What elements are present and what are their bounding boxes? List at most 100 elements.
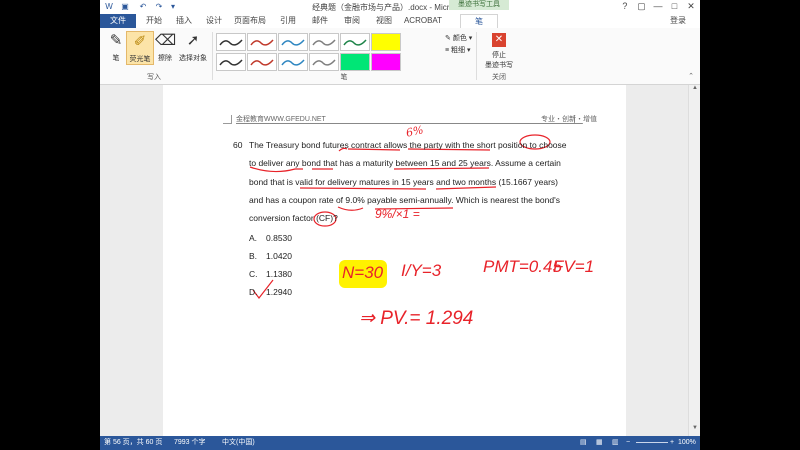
ribbon-tabs: 文件 开始 插入 设计 页面布局 引用 邮件 审阅 视图 ACROBAT 笔 登…	[100, 14, 700, 29]
pen-style-swatch[interactable]	[340, 33, 370, 51]
web-layout-icon[interactable]: ▥	[612, 436, 619, 450]
ribbon-display-button[interactable]: ▢	[634, 1, 648, 12]
option-value: 0.8530	[266, 233, 292, 243]
handwritten-nine-times: 9%/×1 =	[375, 207, 420, 221]
zoom-slider[interactable]	[636, 442, 668, 443]
chevron-down-icon: ▾	[468, 35, 473, 42]
pen-color-dropdown[interactable]: ✎ 颜色 ▾	[445, 33, 472, 43]
question-line: and has a coupon rate of 9.0% payable se…	[249, 195, 560, 205]
window-title: 经典题（金融市场与产品）.docx - Microsoft Word	[312, 3, 488, 12]
pen-color-icon: ✎	[445, 35, 451, 42]
tab-pen[interactable]: 笔	[460, 14, 498, 29]
pen-thickness-label: 粗细	[451, 47, 466, 54]
document-page[interactable]: 金程教育WWW.GFEDU.NET 专业・创新・增值 60 The Treasu…	[163, 85, 626, 436]
collapse-ribbon-icon[interactable]: ⌃	[688, 72, 694, 80]
cursor-arrow-icon: ➚	[186, 32, 200, 49]
close-x-icon: ✕	[492, 33, 506, 47]
line-thickness-icon: ≡	[445, 47, 450, 54]
word-count[interactable]: 7993 个字	[174, 436, 206, 450]
tab-insert[interactable]: 插入	[170, 14, 198, 28]
tab-view[interactable]: 视图	[370, 14, 398, 28]
pen-style-swatch[interactable]	[309, 33, 339, 51]
pen-style-swatch[interactable]	[216, 33, 246, 51]
zoom-in-icon[interactable]: +	[670, 436, 674, 450]
pen-style-swatch[interactable]	[247, 53, 277, 71]
close-group-label: 关闭	[492, 74, 506, 81]
option-letter: B.	[249, 251, 258, 261]
window-controls: ? ▢ — □ ✕	[618, 1, 698, 12]
eraser-tool-button[interactable]: ⌫ 擦除	[152, 31, 178, 63]
write-group-label: 写入	[147, 74, 161, 81]
pen-style-swatch[interactable]	[371, 33, 401, 51]
question-line: to deliver any bond that has a maturity …	[249, 158, 561, 168]
handwritten-fv: FV=1	[553, 257, 595, 276]
status-bar: 第 56 页，共 60 页 7993 个字 中文(中国) ▤ ▦ ▥ − + 1…	[100, 436, 700, 450]
pen-thickness-dropdown[interactable]: ≡ 粗细 ▾	[445, 45, 471, 55]
zoom-out-icon[interactable]: −	[626, 436, 630, 450]
pens-group-label: 笔	[340, 74, 348, 81]
select-objects-button[interactable]: ➚ 选择对象	[176, 31, 210, 63]
language-indicator[interactable]: 中文(中国)	[222, 436, 255, 450]
login-link[interactable]: 登录	[670, 14, 686, 28]
tab-references[interactable]: 引用	[274, 14, 302, 28]
maximize-button[interactable]: □	[667, 1, 681, 11]
minimize-button[interactable]: —	[651, 1, 665, 11]
tab-review[interactable]: 审阅	[338, 14, 366, 28]
pen-style-swatch[interactable]	[340, 53, 370, 71]
scroll-up-icon[interactable]: ▲	[689, 85, 700, 93]
ink-underline-15-1667	[435, 186, 497, 190]
zoom-level[interactable]: 100%	[678, 436, 696, 450]
ink-underline-delivery-matures	[299, 187, 427, 190]
tab-page-layout[interactable]: 页面布局	[230, 14, 270, 28]
document-area: 金程教育WWW.GFEDU.NET 专业・创新・增值 60 The Treasu…	[100, 85, 688, 436]
question-line: conversion factor (CF)?	[249, 213, 338, 223]
ribbon-separator	[476, 32, 477, 80]
select-objects-label: 选择对象	[179, 55, 207, 62]
question-line: The Treasury bond futures contract allow…	[249, 140, 567, 150]
help-button[interactable]: ?	[618, 1, 632, 11]
handwritten-n: N=30	[342, 263, 384, 282]
highlighter-tool-button[interactable]: ✐ 荧光笔	[126, 31, 154, 65]
question-line: bond that is valid for delivery matures …	[249, 177, 558, 187]
ink-tools-contextual-label: 墨迹书写工具	[449, 0, 509, 10]
chevron-down-icon: ▾	[467, 47, 471, 54]
eraser-icon: ⌫	[155, 32, 177, 49]
stop-inking-label-line1: 停止	[492, 52, 506, 59]
tab-acrobat[interactable]: ACROBAT	[402, 14, 444, 28]
option-letter: C.	[249, 269, 258, 279]
vertical-scrollbar[interactable]: ▲ ▼	[688, 85, 700, 436]
handwritten-iy: I/Y=3	[401, 261, 442, 280]
ribbon: ✎ 笔 ✐ 荧光笔 ⌫ 擦除 ➚ 选择对象 写入 ✎ 颜色 ▾ ≡ 粗细 ▾ 笔	[100, 28, 700, 85]
stop-inking-label-line2: 墨迹书写	[485, 62, 513, 69]
highlighter-icon: ✐	[133, 33, 147, 50]
tab-home[interactable]: 开始	[140, 14, 168, 28]
pen-style-swatch[interactable]	[247, 33, 277, 51]
pen-style-swatch[interactable]	[278, 33, 308, 51]
handwritten-pv: ⇒ PV.= 1.294	[359, 308, 474, 329]
pen-color-label: 颜色	[452, 35, 467, 42]
option-letter: A.	[249, 233, 258, 243]
option-value: 1.1380	[266, 269, 292, 279]
tab-file[interactable]: 文件	[100, 14, 136, 28]
pen-style-swatch[interactable]	[278, 53, 308, 71]
pen-style-swatch[interactable]	[371, 53, 401, 71]
ink-underline-maturity-range	[393, 167, 490, 170]
ink-underline-coupon	[337, 206, 364, 211]
handwritten-pmt: PMT=0.45	[483, 257, 562, 276]
option-value: 1.2940	[266, 287, 292, 297]
stop-inking-button[interactable]: ✕ 停止 墨迹书写	[482, 31, 516, 70]
option-value: 1.0420	[266, 251, 292, 261]
close-button[interactable]: ✕	[684, 1, 698, 12]
scroll-down-icon[interactable]: ▼	[689, 425, 700, 433]
title-bar: W ▣ ↶ ↷ ▾ 经典题（金融市场与产品）.docx - Microsoft …	[100, 0, 700, 14]
option-letter: D.	[249, 287, 258, 297]
pen-style-swatch[interactable]	[309, 53, 339, 71]
tab-mailings[interactable]: 邮件	[306, 14, 334, 28]
tab-design[interactable]: 设计	[200, 14, 228, 28]
read-mode-icon[interactable]: ▤	[580, 436, 587, 450]
print-layout-icon[interactable]: ▦	[596, 436, 603, 450]
pen-style-swatch[interactable]	[216, 53, 246, 71]
pen-icon: ✎	[109, 32, 123, 49]
page-count[interactable]: 第 56 页，共 60 页	[104, 436, 162, 450]
eraser-tool-label: 擦除	[158, 55, 172, 62]
